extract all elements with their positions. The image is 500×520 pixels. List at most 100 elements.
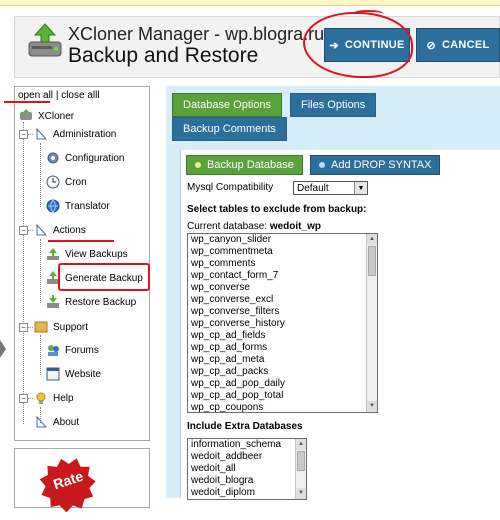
sidebar-item-website[interactable]: Website — [46, 367, 101, 381]
extra-databases-label: Include Extra Databases — [187, 421, 303, 432]
clock-icon — [46, 175, 60, 189]
tables-scrollbar[interactable]: ▲ ▼ — [366, 234, 377, 412]
annotation-box — [58, 263, 150, 291]
sidebar-group-help[interactable]: Help — [34, 391, 74, 405]
scroll-thumb[interactable] — [297, 451, 305, 471]
collapse-toggle-icon[interactable]: − — [19, 394, 28, 403]
scroll-thumb[interactable] — [368, 246, 376, 276]
list-item[interactable]: wedoit_blogra — [188, 475, 306, 487]
sidebar-group-actions[interactable]: Actions — [34, 223, 86, 237]
sidebar-item-forums[interactable]: Forums — [46, 343, 99, 357]
globe-icon — [46, 199, 60, 213]
current-database-name: wedoit_wp — [269, 221, 321, 232]
backup-database-toggle[interactable]: Backup Database — [186, 155, 303, 175]
sidebar-item-cron[interactable]: Cron — [46, 175, 87, 189]
support-icon — [34, 320, 48, 334]
tab-database-options[interactable]: Database Options — [172, 93, 283, 117]
app-title: XCloner Manager - wp.blogra.ru — [68, 24, 325, 44]
collapse-toggle-icon[interactable]: − — [19, 323, 28, 332]
list-item[interactable]: wp_cp_ad_meta — [188, 354, 377, 366]
chevron-down-icon: ▼ — [354, 182, 367, 194]
notice-strip — [0, 0, 500, 6]
list-item[interactable]: wp_converse_history — [188, 318, 377, 330]
active-dot-icon — [195, 162, 201, 168]
web-page-icon — [46, 367, 60, 381]
list-item[interactable]: wp_converse_excl — [188, 294, 377, 306]
add-drop-syntax-label: Add DROP SYNTAX — [331, 159, 432, 171]
sidebar-item-label: Forums — [65, 344, 99, 356]
sidebar-item-restore-backup[interactable]: Restore Backup — [46, 295, 136, 309]
list-item[interactable]: wp_comments — [188, 258, 377, 270]
annotation-underline — [4, 101, 50, 103]
sidebar-item-label: Translator — [65, 200, 110, 212]
page-title: Backup and Restore — [68, 44, 259, 67]
collapse-toggle-icon[interactable]: − — [19, 130, 28, 139]
tree-connector — [23, 122, 24, 424]
sidebar-item-configuration[interactable]: Configuration — [46, 151, 124, 165]
sidebar-group-label: Help — [53, 392, 74, 404]
list-item[interactable]: wp_converse — [188, 282, 377, 294]
expand-collapse-links: open all | close alll — [18, 90, 100, 101]
current-database-label: Current database: wedoit_wp — [187, 221, 321, 232]
annotation-underline — [48, 240, 114, 242]
folder-arrow-icon — [34, 415, 48, 429]
list-item[interactable]: wp_cp_ad_fields — [188, 330, 377, 342]
cancel-icon: ⊘ — [426, 39, 436, 52]
tree-root-xcloner[interactable]: XCloner — [19, 109, 74, 123]
tab-files-options[interactable]: Files Options — [290, 93, 377, 117]
collapse-sidebar-icon[interactable] — [0, 340, 6, 358]
list-item[interactable]: wp_canyon_slider — [188, 234, 377, 246]
scroll-up-icon[interactable]: ▲ — [367, 234, 377, 245]
sidebar-item-translator[interactable]: Translator — [46, 199, 110, 213]
backup-database-label: Backup Database — [207, 159, 294, 171]
list-item[interactable]: wp_commentmeta — [188, 246, 377, 258]
sidebar-item-label: Cron — [65, 176, 87, 188]
list-item[interactable]: wedoit_addbeer — [188, 451, 306, 463]
collapse-toggle-icon[interactable]: − — [19, 226, 28, 235]
list-item[interactable]: wedoit_diplom — [188, 487, 306, 499]
gear-icon — [46, 151, 60, 165]
sidebar-group-label: Support — [53, 321, 89, 333]
tree-connector — [40, 335, 41, 375]
list-item[interactable]: wp_cp_ad_pop_daily — [188, 378, 377, 390]
list-item[interactable]: wedoit_all — [188, 463, 306, 475]
add-drop-syntax-toggle[interactable]: Add DROP SYNTAX — [310, 155, 441, 175]
current-database-caption: Current database: — [187, 221, 268, 232]
link-separator: | — [55, 90, 59, 101]
scroll-down-icon[interactable]: ▼ — [296, 488, 306, 499]
scroll-down-icon[interactable]: ▼ — [367, 401, 377, 412]
restore-icon — [46, 295, 60, 309]
tab-backup-comments[interactable]: Backup Comments — [172, 117, 287, 141]
cancel-label: CANCEL — [441, 39, 490, 51]
list-item[interactable]: information_schema — [188, 439, 306, 451]
close-all-link[interactable]: close alll — [61, 90, 99, 101]
list-item[interactable]: wp_cp_ad_pop_total — [188, 390, 377, 402]
list-item[interactable]: wp_contact_form_7 — [188, 270, 377, 282]
extra-scrollbar[interactable]: ▲ ▼ — [295, 439, 306, 499]
annotation-stroke — [352, 10, 384, 18]
list-item[interactable]: wp_cp_ad_packs — [188, 366, 377, 378]
mysql-compatibility-select[interactable]: Default ▼ — [293, 181, 368, 195]
sidebar-group-support[interactable]: Support — [34, 320, 88, 334]
exclude-tables-label: Select tables to exclude from backup: — [187, 204, 367, 215]
sidebar-item-view-backups[interactable]: View Backups — [46, 247, 128, 261]
open-all-link[interactable]: open all — [18, 90, 53, 101]
lightbulb-icon — [34, 391, 48, 405]
backup-drive-icon — [26, 22, 64, 62]
cancel-button[interactable]: ⊘ CANCEL — [416, 28, 500, 62]
folder-arrow-icon — [34, 127, 48, 141]
sidebar-item-label: Configuration — [65, 152, 125, 164]
exclude-tables-list[interactable]: wp_canyon_slider wp_commentmeta wp_comment… — [187, 233, 378, 413]
list-item[interactable]: wp_cp_coupons — [188, 402, 377, 412]
sidebar-group-administration[interactable]: Administration — [34, 127, 116, 141]
sidebar-item-label: About — [53, 416, 80, 428]
extra-databases-list[interactable]: information_schema wedoit_addbeer wedoit_a… — [187, 438, 307, 500]
list-item[interactable]: wp_cp_ad_forms — [188, 342, 377, 354]
tree-root-label: XCloner — [38, 110, 75, 122]
sidebar-item-label: Website — [65, 368, 101, 380]
tree-connector — [40, 239, 41, 303]
list-item[interactable]: wp_converse_filters — [188, 306, 377, 318]
sidebar-item-about[interactable]: About — [34, 415, 79, 429]
scroll-up-icon[interactable]: ▲ — [296, 439, 306, 450]
sidebar-group-label: Actions — [53, 224, 86, 236]
